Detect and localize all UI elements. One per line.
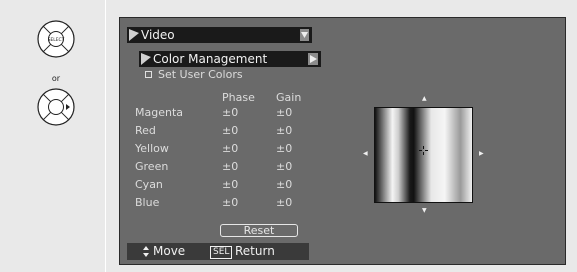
row-green-gain: ±0 [276,160,293,173]
footer-hint-bar: Move SEL Return [127,243,309,260]
row-cyan-phase: ±0 [222,178,239,191]
left-arrow-icon: ◀ [363,150,368,157]
row-cyan-name: Cyan [135,178,163,191]
submenu-arrow-icon [308,53,318,65]
up-arrow-icon: ▲ [422,95,427,102]
video-menu-title: Video [141,28,175,42]
phase-header: Phase [222,91,255,104]
right-arrow-icon: ▶ [479,150,484,157]
video-menu-bar[interactable]: Video [127,27,312,43]
or-label: or [51,74,61,83]
row-blue-gain: ±0 [276,196,293,209]
select-button-icon[interactable]: SELECT [37,20,75,58]
menu-tab-icon [129,29,139,41]
row-blue-phase: ±0 [222,196,239,209]
row-red-gain: ±0 [276,124,293,137]
up-down-arrow-icon [143,246,149,257]
move-hint-label: Move [153,244,186,258]
row-green-phase: ±0 [222,160,239,173]
set-user-colors-checkbox[interactable] [145,71,152,78]
dpad-right-button-icon[interactable] [37,88,75,126]
color-management-title: Color Management [153,52,268,66]
down-arrow-icon: ▼ [422,207,427,214]
row-yellow-phase: ±0 [222,142,239,155]
row-red-phase: ±0 [222,124,239,137]
row-magenta-gain: ±0 [276,106,293,119]
row-red-name: Red [135,124,156,137]
gain-header: Gain [276,91,302,104]
reset-button[interactable]: Reset [220,224,298,237]
row-yellow-name: Yellow [135,142,169,155]
row-yellow-gain: ±0 [276,142,293,155]
set-user-colors-label: Set User Colors [158,68,243,81]
dropdown-arrow-icon [300,29,309,41]
row-cyan-gain: ±0 [276,178,293,191]
sel-key-badge: SEL [210,246,233,259]
row-magenta-name: Magenta [135,106,184,119]
crosshair-icon [419,146,428,155]
color-adjust-preview[interactable] [374,107,473,203]
row-magenta-phase: ±0 [222,106,239,119]
return-hint-label: Return [235,244,275,258]
row-blue-name: Blue [135,196,160,209]
row-green-name: Green [135,160,169,173]
color-management-bar[interactable]: Color Management [139,51,321,67]
select-button-label: SELECT [48,37,65,43]
submenu-tab-icon [141,53,151,65]
